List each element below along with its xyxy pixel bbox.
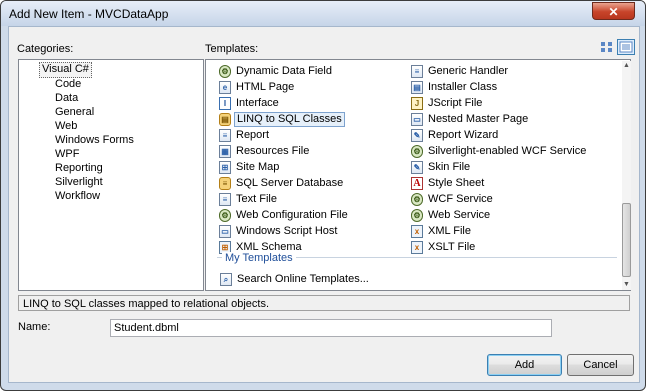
- category-workflow[interactable]: Workflow: [53, 189, 102, 203]
- web-service-icon: ⚙: [411, 209, 423, 222]
- category-web[interactable]: Web: [53, 119, 79, 133]
- wcf-service-icon: ⚙: [411, 145, 423, 158]
- templates-label: Templates:: [205, 43, 259, 55]
- template-description: LINQ to SQL classes mapped to relational…: [18, 295, 630, 311]
- xslt-file-icon: x: [411, 241, 423, 254]
- large-icons-view-button[interactable]: [598, 39, 616, 55]
- wcf-service-icon: ⚙: [411, 193, 423, 206]
- title-bar[interactable]: Add New Item - MVCDataApp ✕: [1, 1, 645, 26]
- stylesheet-icon: A: [411, 177, 423, 190]
- large-icons-icon: [601, 42, 612, 52]
- cancel-button[interactable]: Cancel: [567, 354, 634, 376]
- linq-classes-icon: ▤: [219, 113, 231, 126]
- gear-icon: ⚙: [219, 65, 231, 78]
- name-label: Name:: [18, 321, 51, 333]
- category-code[interactable]: Code: [53, 77, 83, 91]
- small-icons-view-button[interactable]: [617, 39, 635, 55]
- search-online-icon: ⌕: [220, 273, 232, 286]
- report-wizard-icon: ✎: [411, 129, 423, 142]
- category-data[interactable]: Data: [53, 91, 80, 105]
- my-templates-header: My Templates: [222, 252, 296, 264]
- html-page-icon: e: [219, 81, 231, 94]
- templates-scrollbar[interactable]: ▲ ▼: [622, 61, 631, 290]
- add-button[interactable]: Add: [487, 354, 562, 376]
- scroll-up-arrow-icon[interactable]: ▲: [622, 61, 631, 71]
- text-file-icon: ≡: [219, 193, 231, 206]
- scroll-thumb[interactable]: [622, 203, 631, 277]
- categories-label: Categories:: [17, 43, 74, 55]
- web-config-icon: ⚙: [219, 209, 231, 222]
- sitemap-icon: ⊞: [219, 161, 231, 174]
- category-general[interactable]: General: [53, 105, 96, 119]
- add-new-item-dialog: Add New Item - MVCDataApp ✕ Categories: …: [0, 0, 646, 391]
- master-page-icon: ▭: [411, 113, 423, 126]
- jscript-icon: J: [411, 97, 423, 110]
- window-title: Add New Item - MVCDataApp: [9, 7, 169, 21]
- close-button[interactable]: ✕: [592, 2, 635, 20]
- category-windows-forms[interactable]: Windows Forms: [53, 133, 136, 147]
- interface-icon: I: [219, 97, 231, 110]
- script-host-icon: ▭: [219, 225, 231, 238]
- database-icon: ≡: [219, 177, 231, 190]
- category-reporting[interactable]: Reporting: [53, 161, 105, 175]
- installer-icon: ▤: [411, 81, 423, 94]
- list-view-icon: [619, 41, 633, 53]
- skin-file-icon: ✎: [411, 161, 423, 174]
- category-silverlight[interactable]: Silverlight: [53, 175, 105, 189]
- categories-tree[interactable]: Visual C# Code Data General Web Windows …: [18, 59, 204, 291]
- resources-icon: ▦: [219, 145, 231, 158]
- xml-file-icon: x: [411, 225, 423, 238]
- name-field[interactable]: Student.dbml: [110, 319, 552, 337]
- category-wpf[interactable]: WPF: [53, 147, 81, 161]
- report-icon: ≡: [219, 129, 231, 142]
- scroll-down-arrow-icon[interactable]: ▼: [622, 280, 631, 290]
- dialog-body: Categories: Templates: Visual C# Code Da…: [8, 26, 640, 383]
- category-visual-csharp[interactable]: Visual C#: [39, 62, 92, 78]
- generic-handler-icon: ≡: [411, 65, 423, 78]
